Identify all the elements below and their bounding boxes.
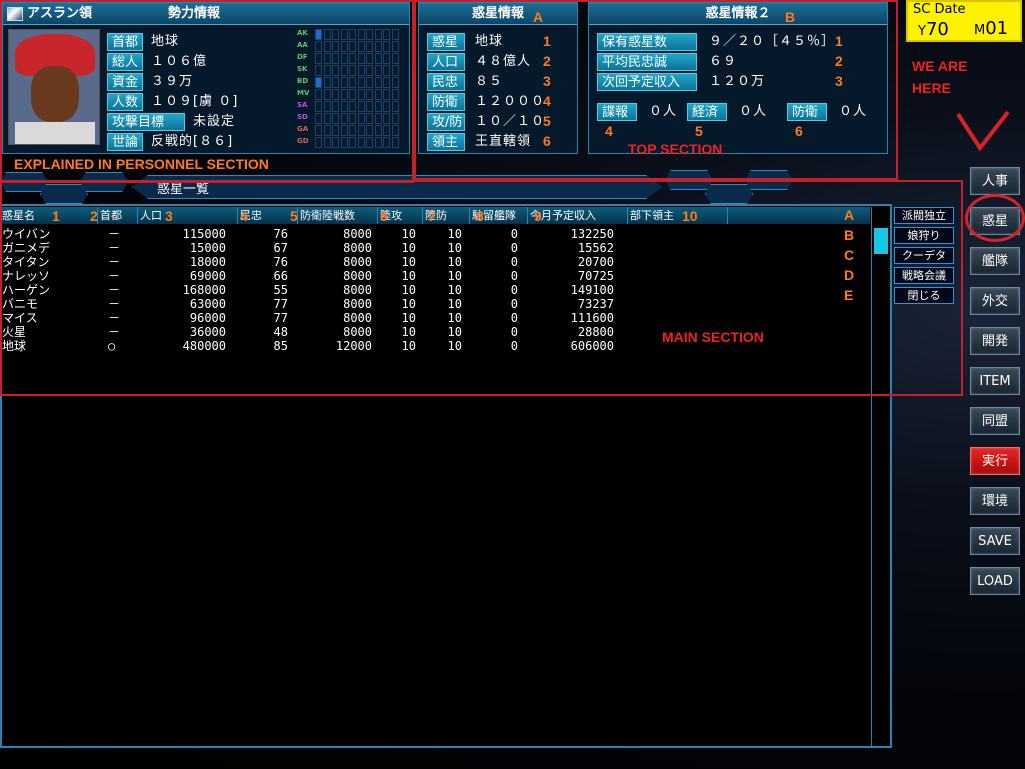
side-menu-button[interactable]: LOAD [970,567,1020,595]
annotation-top-section: TOP SECTION [628,141,723,157]
sc-date-label: SC Date [913,2,966,17]
side-menu-button[interactable]: 実行 [970,447,1020,475]
side-menu-button[interactable]: 外交 [970,287,1020,315]
side-menu-button[interactable]: SAVE [970,527,1020,555]
annotation-arrow [956,110,1010,152]
sc-month: 01 [985,18,1009,39]
side-menu-button[interactable]: ITEM [970,367,1020,395]
annotation-box-main [0,180,963,396]
side-menu-button[interactable]: 開発 [970,327,1020,355]
game-screen: アスラン領 勢力情報 首都 地球 総人 １０６億 資金 ３９万 人数 １０９[虜 ０] 攻撃目標… [0,0,1025,769]
sc-year: 70 [925,19,949,40]
annotation-main-section: MAIN SECTION [662,329,764,345]
side-menu-button[interactable]: 人事 [970,167,1020,195]
sc-date: SC Date Y70 M01 [906,0,1022,42]
side-menu-button[interactable]: 同盟 [970,407,1020,435]
annotation-here: HERE [912,80,951,96]
annotation-personnel: EXPLAINED IN PERSONNEL SECTION [14,156,269,172]
side-menu-button[interactable]: 艦隊 [970,247,1020,275]
annotation-we-are: WE ARE [912,58,968,74]
side-menu-button[interactable]: 環境 [970,487,1020,515]
annotation-circle [965,194,1025,242]
